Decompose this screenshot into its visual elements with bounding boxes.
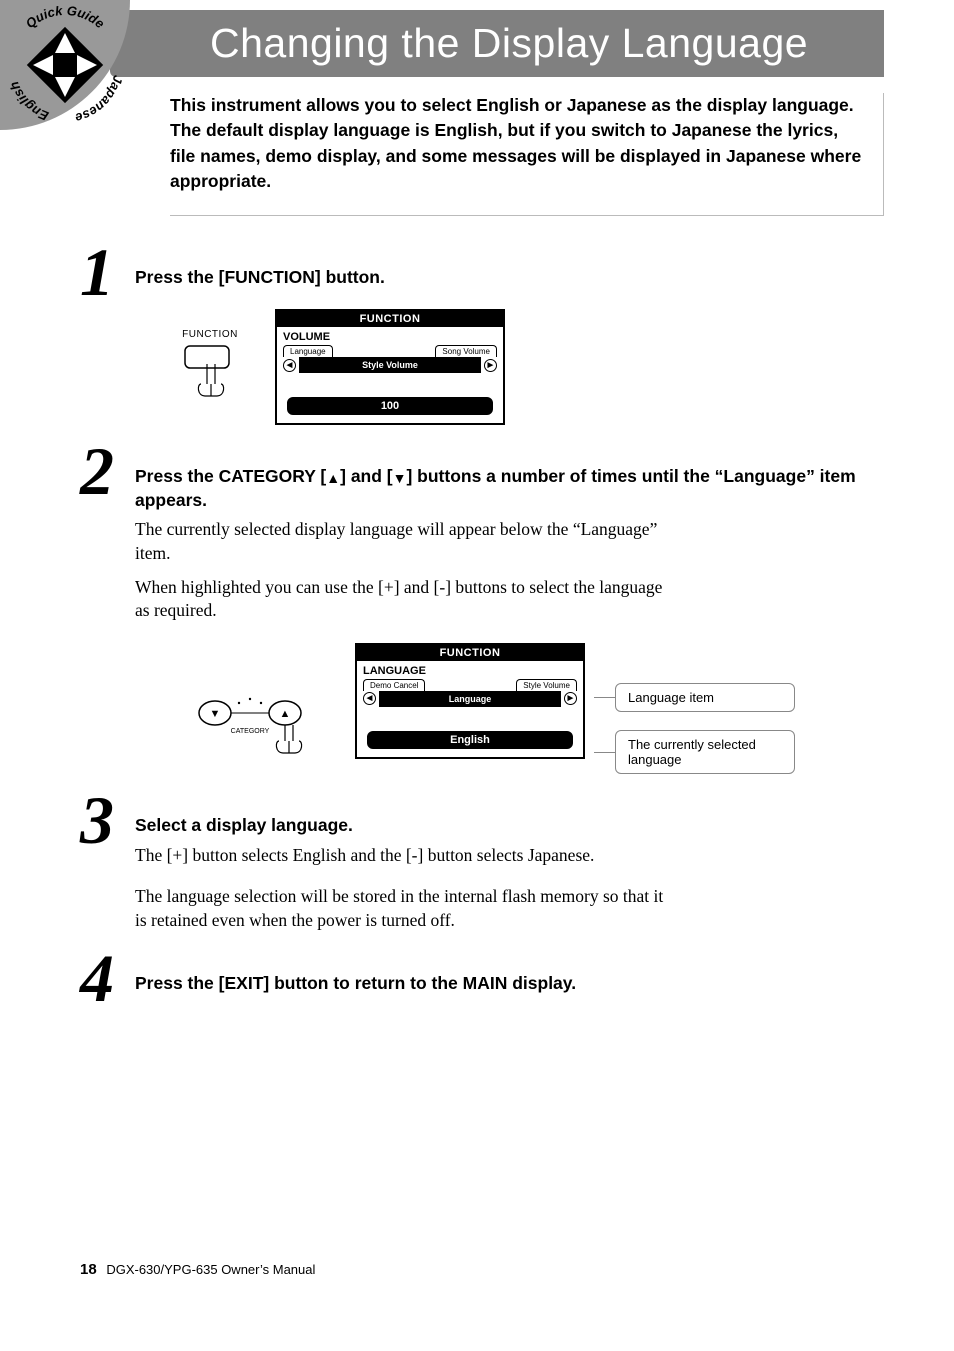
lcd1-tab-right: Song Volume	[435, 345, 497, 357]
svg-text:▲: ▲	[280, 708, 291, 720]
step-3-body-2: The language selection will be stored in…	[135, 885, 675, 932]
step-3-number: 3	[80, 786, 114, 854]
quick-guide-badge: Quick Guide English Japanese	[0, 0, 130, 130]
lcd2-value: English	[367, 731, 573, 749]
callout-current-language: The currently selected language	[615, 730, 795, 774]
intro-text: This instrument allows you to select Eng…	[170, 93, 863, 195]
lcd2-header: FUNCTION	[357, 645, 583, 661]
step-4-title: Press the [EXIT] button to return to the…	[135, 972, 884, 996]
step-2-title: Press the CATEGORY [▲] and [▼] buttons a…	[135, 465, 884, 512]
step-3-title: Select a display language.	[135, 814, 884, 838]
category-dial-diagram: ▼ ▲ CATEGORY	[175, 673, 325, 768]
lcd2-section: LANGUAGE	[357, 661, 583, 679]
step-1: 1 Press the [FUNCTION] button. FUNCTION …	[90, 266, 884, 426]
category-down-icon: ▼	[393, 469, 407, 488]
step-1-number: 1	[80, 238, 114, 306]
prev-icon: ◄	[363, 692, 376, 705]
step-4-number: 4	[80, 944, 114, 1012]
lcd1-mid: Style Volume	[299, 357, 481, 373]
page-title-bar: Changing the Display Language	[110, 10, 884, 77]
step-2-body-2: When highlighted you can use the [+] and…	[135, 576, 675, 623]
step-1-title: Press the [FUNCTION] button.	[135, 266, 884, 290]
step-3-body-1: The [+] button selects English and the […	[135, 844, 675, 868]
lcd2-mid: Language	[379, 691, 561, 707]
function-button-label: FUNCTION	[175, 329, 245, 340]
next-icon: ►	[484, 359, 497, 372]
lcd-panel-1: FUNCTION VOLUME Language Song Volume ◄ S…	[275, 309, 505, 425]
callout-language-item: Language item	[615, 683, 795, 712]
doc-title: DGX-630/YPG-635 Owner’s Manual	[106, 1262, 315, 1277]
category-up-icon: ▲	[326, 469, 340, 488]
page-footer: 18 DGX-630/YPG-635 Owner’s Manual	[80, 1261, 315, 1278]
svg-text:CATEGORY: CATEGORY	[231, 728, 270, 735]
lcd-panel-2: FUNCTION LANGUAGE Demo Cancel Style Volu…	[355, 643, 585, 759]
lcd1-header: FUNCTION	[277, 311, 503, 327]
step-2-body-1: The currently selected display language …	[135, 518, 675, 565]
step-4: 4 Press the [EXIT] button to return to t…	[90, 972, 884, 996]
step-2-number: 2	[80, 437, 114, 505]
step-3: 3 Select a display language. The [+] but…	[90, 814, 884, 933]
lcd2-tab-right: Style Volume	[516, 679, 577, 691]
next-icon: ►	[564, 692, 577, 705]
lcd1-tab-left: Language	[283, 345, 333, 357]
prev-icon: ◄	[283, 359, 296, 372]
intro-box: This instrument allows you to select Eng…	[170, 93, 884, 216]
lcd2-tab-left: Demo Cancel	[363, 679, 425, 691]
function-button-diagram: FUNCTION	[175, 329, 245, 419]
lcd1-section: VOLUME	[277, 327, 503, 345]
svg-text:▼: ▼	[210, 708, 221, 720]
lcd1-value: 100	[287, 397, 493, 415]
step-2: 2 Press the CATEGORY [▲] and [▼] buttons…	[90, 465, 884, 774]
page-title: Changing the Display Language	[210, 20, 864, 67]
page-number: 18	[80, 1261, 97, 1278]
